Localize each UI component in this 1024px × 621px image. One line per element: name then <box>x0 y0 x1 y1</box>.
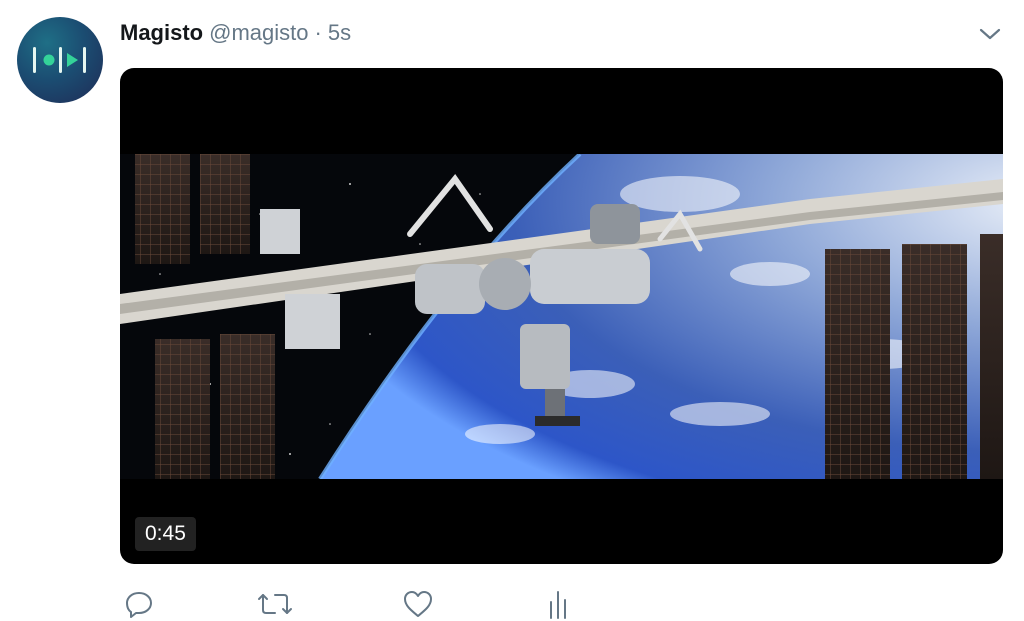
chevron-down-icon <box>979 28 1001 40</box>
space-station-image <box>120 154 1003 479</box>
retweet-button[interactable] <box>257 588 293 621</box>
timestamp[interactable]: 5s <box>328 18 351 48</box>
like-button[interactable] <box>402 588 438 621</box>
tweet-header: Magisto @magisto · 5s <box>120 18 351 48</box>
tweet-actions <box>120 588 680 621</box>
tweet-menu-button[interactable] <box>978 22 1002 46</box>
analytics-icon <box>550 591 566 619</box>
analytics-button[interactable] <box>542 588 578 621</box>
magisto-logo-icon <box>33 47 86 73</box>
like-icon <box>404 591 432 617</box>
tweet: Magisto @magisto · 5s 0:45 <box>0 0 1024 621</box>
avatar[interactable] <box>17 17 103 103</box>
video-frame <box>120 154 1003 479</box>
separator: · <box>314 20 322 45</box>
video-duration: 0:45 <box>135 517 196 551</box>
video-player[interactable] <box>120 68 1003 564</box>
author-name[interactable]: Magisto <box>120 18 203 48</box>
retweet-icon <box>258 594 292 614</box>
reply-icon <box>126 592 152 618</box>
reply-button[interactable] <box>123 588 159 621</box>
author-handle[interactable]: @magisto <box>209 18 308 48</box>
